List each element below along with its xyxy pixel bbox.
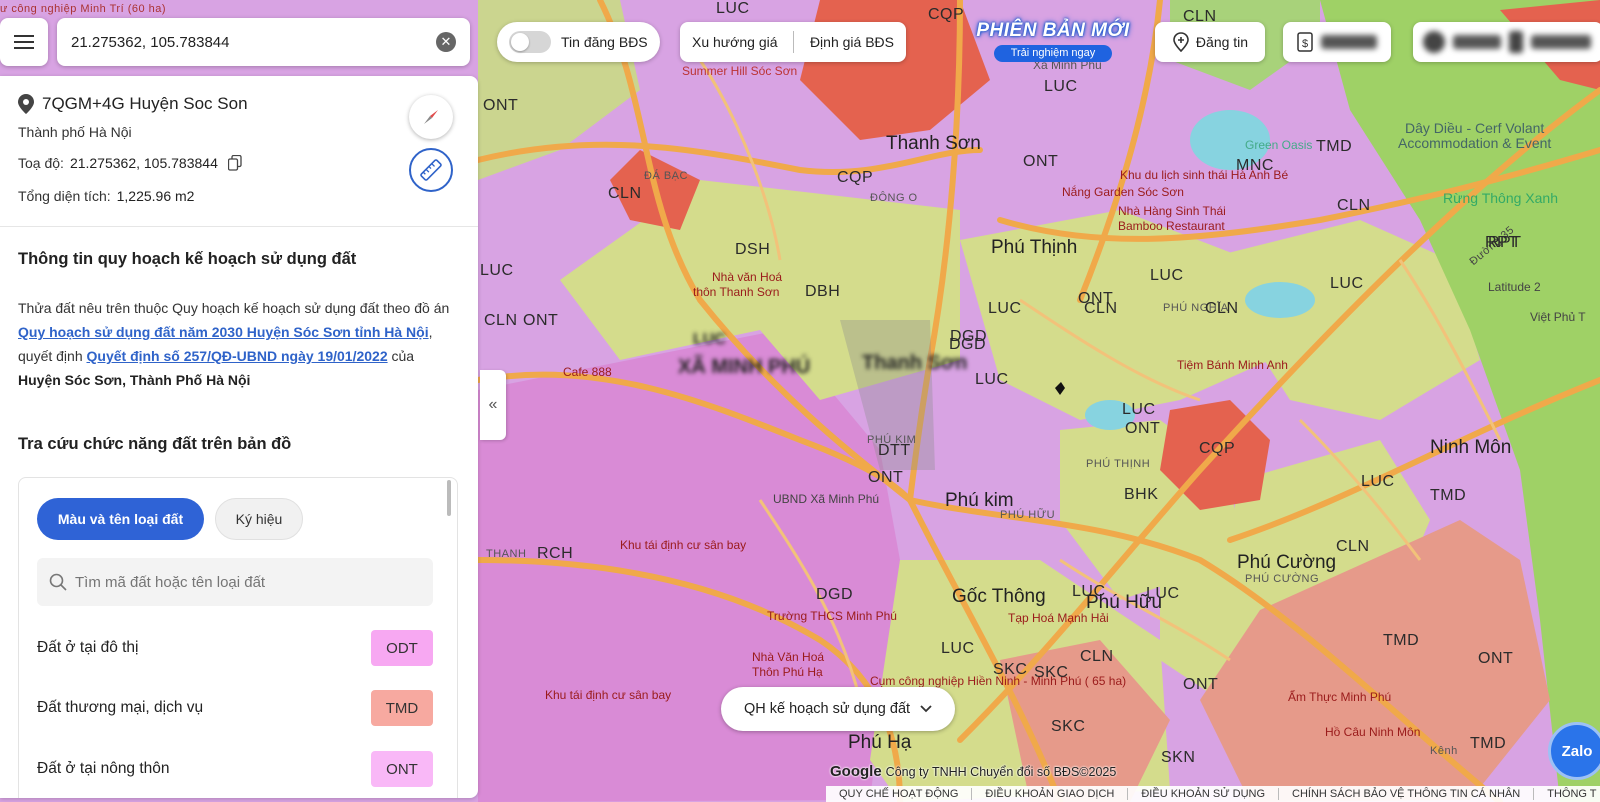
map-attribution: Google Công ty TNHH Chuyển đổi số BĐS©20… — [830, 763, 1116, 780]
post-listing-button[interactable]: Đăng tin — [1155, 22, 1265, 62]
decision-link[interactable]: Quyết định số 257/QĐ-UBND ngày 19/01/202… — [87, 348, 388, 364]
legend-row-name: Đất ở tại nông thôn — [37, 760, 170, 777]
city-label: Thành phố Hà Nội — [18, 124, 132, 140]
legend-search-box[interactable] — [37, 558, 433, 606]
zalo-chat-button[interactable]: Zalo — [1548, 722, 1600, 780]
legend-box: Màu và tên loại đất Ký hiệu Đất ở tại đô… — [18, 477, 458, 798]
footer-link-info[interactable]: THÔNG T — [1534, 788, 1600, 800]
tab-color-and-name[interactable]: Màu và tên loại đất — [37, 498, 204, 540]
trend-valuation-group: Xu hướng giá Định giá BĐS — [680, 22, 906, 62]
chevron-left-icon: « — [488, 396, 498, 413]
zalo-label: Zalo — [1561, 742, 1593, 760]
tab-symbol[interactable]: Ký hiệu — [215, 498, 303, 540]
area-value: 1,225.96 m2 — [116, 188, 195, 204]
plus-code-row: 7QGM+4G Huyện Soc Son — [18, 94, 248, 114]
district-name: Huyện Sóc Sơn, Thành Phố Hà Nội — [18, 372, 251, 388]
redacted-text — [1531, 35, 1591, 49]
legend-row-code: ODT — [371, 630, 433, 666]
divider — [793, 31, 795, 53]
ruler-icon — [420, 159, 442, 181]
scrollbar[interactable] — [447, 480, 451, 516]
legend-search-input[interactable] — [75, 573, 415, 591]
avatar — [1423, 31, 1445, 53]
divider — [0, 226, 478, 227]
post-listing-label: Đăng tin — [1195, 34, 1249, 50]
valuation-button[interactable]: Định giá BĐS — [810, 34, 894, 50]
price-trend-button[interactable]: Xu hướng giá — [692, 34, 778, 50]
legend-row[interactable]: Đất ở tại đô thị ODT — [37, 630, 433, 666]
user-profile-button[interactable] — [1413, 22, 1600, 62]
area-label: Tổng diện tích: — [18, 188, 111, 204]
hamburger-icon — [14, 35, 34, 49]
account-menu-button[interactable]: $ — [1283, 22, 1391, 62]
legend-row-code: ONT — [371, 751, 433, 787]
footer-link-terms-of-use[interactable]: ĐIỀU KHOẢN SỬ DỤNG — [1128, 788, 1280, 800]
planning-description: Thửa đất nêu trên thuộc Quy hoạch kế hoạ… — [18, 296, 450, 392]
planning-project-link[interactable]: Quy hoạch sử dụng đất năm 2030 Huyện Sóc… — [18, 324, 429, 340]
legend-section-title: Tra cứu chức năng đất trên bản đồ — [18, 435, 292, 453]
document-dollar-icon: $ — [1297, 32, 1313, 52]
coordinate-search-input[interactable] — [71, 33, 411, 51]
coords-label: Toạ độ: — [18, 155, 64, 171]
parcel-info-panel: 7QGM+4G Huyện Soc Son Thành phố Hà Nội T… — [0, 76, 478, 798]
search-icon — [49, 573, 67, 591]
menu-button[interactable] — [0, 18, 48, 66]
coords-value: 21.275362, 105.783844 — [69, 155, 218, 171]
legend-row-name: Đất thương mại, dịch vụ — [37, 699, 204, 716]
legend-row[interactable]: Đất ở tại nông thôn ONT — [37, 751, 433, 787]
svg-text:$: $ — [1302, 38, 1308, 50]
avatar — [1509, 31, 1523, 53]
copy-icon[interactable] — [227, 155, 242, 171]
toggle-switch[interactable] — [509, 31, 551, 53]
chevron-down-icon — [920, 705, 932, 713]
try-now-button[interactable]: Trải nghiệm ngay — [994, 45, 1112, 62]
measure-button[interactable] — [409, 148, 453, 192]
map-pin-plus-icon — [1173, 32, 1189, 52]
compass-icon — [424, 110, 438, 124]
legend-row[interactable]: Đất thương mại, dịch vụ TMD — [37, 690, 433, 726]
new-version-badge[interactable]: PHIÊN BẢN MỚI Trải nghiệm ngay — [972, 18, 1134, 64]
compass-button[interactable] — [409, 95, 453, 139]
plan-layer-select[interactable]: QH kế hoạch sử dụng đất — [721, 687, 955, 731]
plan-layer-label: QH kế hoạch sử dụng đất — [743, 701, 911, 717]
listing-toggle[interactable]: Tin đăng BĐS — [497, 22, 660, 62]
planning-text: Thửa đất nêu trên thuộc Quy hoạch kế hoạ… — [18, 300, 450, 316]
footer-link-transaction-terms[interactable]: ĐIỀU KHOẢN GIAO DỊCH — [972, 788, 1129, 800]
legend-row-name: Đất ở tại đô thị — [37, 639, 139, 656]
redacted-text — [1320, 35, 1377, 49]
planning-section-title: Thông tin quy hoạch kế hoạch sử dụng đất — [18, 250, 357, 268]
coordinates-row: Toạ độ: 21.275362, 105.783844 — [18, 155, 242, 171]
location-pin-icon — [18, 94, 34, 114]
version-title: PHIÊN BẢN MỚI — [976, 20, 1130, 41]
footer-link-privacy-policy[interactable]: CHÍNH SÁCH BẢO VỆ THÔNG TIN CÁ NHÂN — [1279, 788, 1535, 800]
area-row: Tổng diện tích: 1,225.96 m2 — [18, 188, 194, 204]
redacted-text — [1453, 35, 1501, 49]
google-logo: Google — [830, 763, 882, 780]
attribution-text: Công ty TNHH Chuyển đổi số BĐS©2025 — [885, 764, 1117, 779]
planning-text: của — [391, 348, 415, 364]
footer-links: QUY CHẾ HOẠT ĐỘNG ĐIỀU KHOẢN GIAO DỊCH Đ… — [826, 786, 1600, 802]
legend-row-code: TMD — [371, 690, 433, 726]
coordinate-search-box[interactable]: ✕ — [57, 18, 470, 66]
plus-code-label: 7QGM+4G Huyện Soc Son — [42, 94, 248, 113]
listing-toggle-label: Tin đăng BĐS — [561, 34, 648, 50]
collapse-panel-button[interactable]: « — [480, 370, 506, 440]
footer-link-operation-rules[interactable]: QUY CHẾ HOẠT ĐỘNG — [826, 788, 973, 800]
clear-search-icon[interactable]: ✕ — [436, 32, 456, 52]
